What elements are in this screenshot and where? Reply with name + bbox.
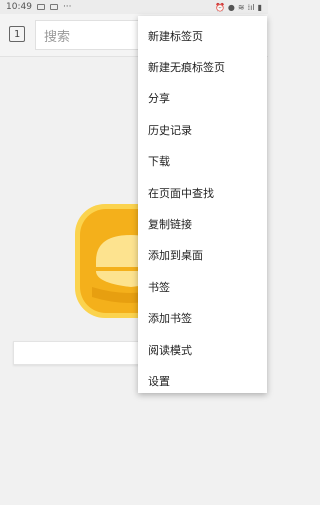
- battery-icon: ▮: [257, 2, 262, 12]
- search-placeholder: 搜索: [44, 29, 71, 45]
- menu-item-share[interactable]: 分享: [138, 83, 267, 114]
- menu-item-find-in-page[interactable]: 在页面中查找: [138, 177, 267, 208]
- menu-item-settings[interactable]: 设置: [138, 365, 267, 396]
- app-notification-icon: [49, 4, 58, 10]
- tab-count-button[interactable]: 1: [9, 26, 25, 42]
- menu-item-bookmarks[interactable]: 书签: [138, 271, 267, 302]
- menu-item-history[interactable]: 历史记录: [138, 114, 267, 145]
- status-bar: 10:49 ··· ⏰ ● ≋ ⁞ıl ▮: [0, 0, 268, 14]
- wifi-icon: ≋: [237, 2, 245, 12]
- menu-item-add-bookmark[interactable]: 添加书签: [138, 303, 267, 334]
- alarm-icon: ⏰: [214, 2, 225, 12]
- status-time: 10:49: [6, 2, 32, 12]
- menu-item-reading-mode[interactable]: 阅读模式: [138, 334, 267, 365]
- cell-signal-icon: ⁞ıl: [247, 2, 255, 12]
- menu-item-add-to-desktop[interactable]: 添加到桌面: [138, 240, 267, 271]
- menu-item-copy-link[interactable]: 复制链接: [138, 208, 267, 239]
- menu-item-new-tab[interactable]: 新建标签页: [138, 20, 267, 51]
- status-more-dots: ···: [62, 2, 72, 12]
- image-notification-icon: [36, 4, 45, 10]
- menu-item-downloads[interactable]: 下载: [138, 146, 267, 177]
- overflow-menu: 新建标签页 新建无痕标签页 分享 历史记录 下载 在页面中查找 复制链接 添加到…: [138, 16, 267, 393]
- menu-item-new-incognito-tab[interactable]: 新建无痕标签页: [138, 51, 267, 82]
- location-icon: ●: [227, 2, 235, 12]
